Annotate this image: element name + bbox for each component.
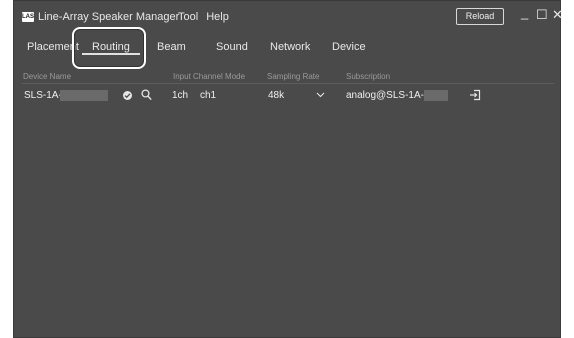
tab-highlight-callout [72, 27, 146, 69]
device-name-cell: SLS-1A- [24, 90, 62, 101]
check-circle-icon [123, 91, 132, 100]
tab-network[interactable]: Network [270, 41, 310, 53]
chevron-down-icon[interactable] [316, 92, 325, 98]
app-window: LAS Line-Array Speaker Manager Tool Help… [13, 0, 563, 338]
sampling-rate-select[interactable]: 48k [268, 90, 284, 101]
tab-device[interactable]: Device [332, 41, 366, 53]
redacted-subscription-serial [424, 90, 448, 101]
reload-button[interactable]: Reload [456, 8, 504, 25]
menu-item-help[interactable]: Help [206, 11, 229, 23]
header-subscription: Subscription [346, 72, 391, 81]
tab-beam[interactable]: Beam [157, 41, 186, 53]
tab-sound[interactable]: Sound [216, 41, 248, 53]
close-icon[interactable]: ✕ [552, 7, 563, 23]
maximize-icon[interactable]: ☐ [536, 7, 548, 23]
minimize-icon[interactable]: _ [521, 5, 528, 20]
menu-item-tool[interactable]: Tool [178, 11, 198, 23]
header-input-channel-mode: Input Channel Mode [173, 72, 246, 81]
channel-count-cell: 1ch [172, 90, 189, 101]
app-logo-icon: LAS [22, 12, 34, 22]
redacted-serial [60, 90, 108, 101]
search-icon[interactable] [141, 89, 152, 101]
header-sampling-rate: Sampling Rate [267, 72, 320, 81]
menu-bar: Tool Help [178, 11, 229, 23]
sign-in-icon[interactable] [469, 89, 481, 101]
app-title: Line-Array Speaker Manager [38, 11, 180, 23]
header-device-name: Device Name [23, 72, 72, 81]
subscription-cell: analog@SLS-1A- [346, 90, 424, 101]
channel-cell: ch1 [200, 90, 217, 101]
header-divider [22, 83, 554, 84]
